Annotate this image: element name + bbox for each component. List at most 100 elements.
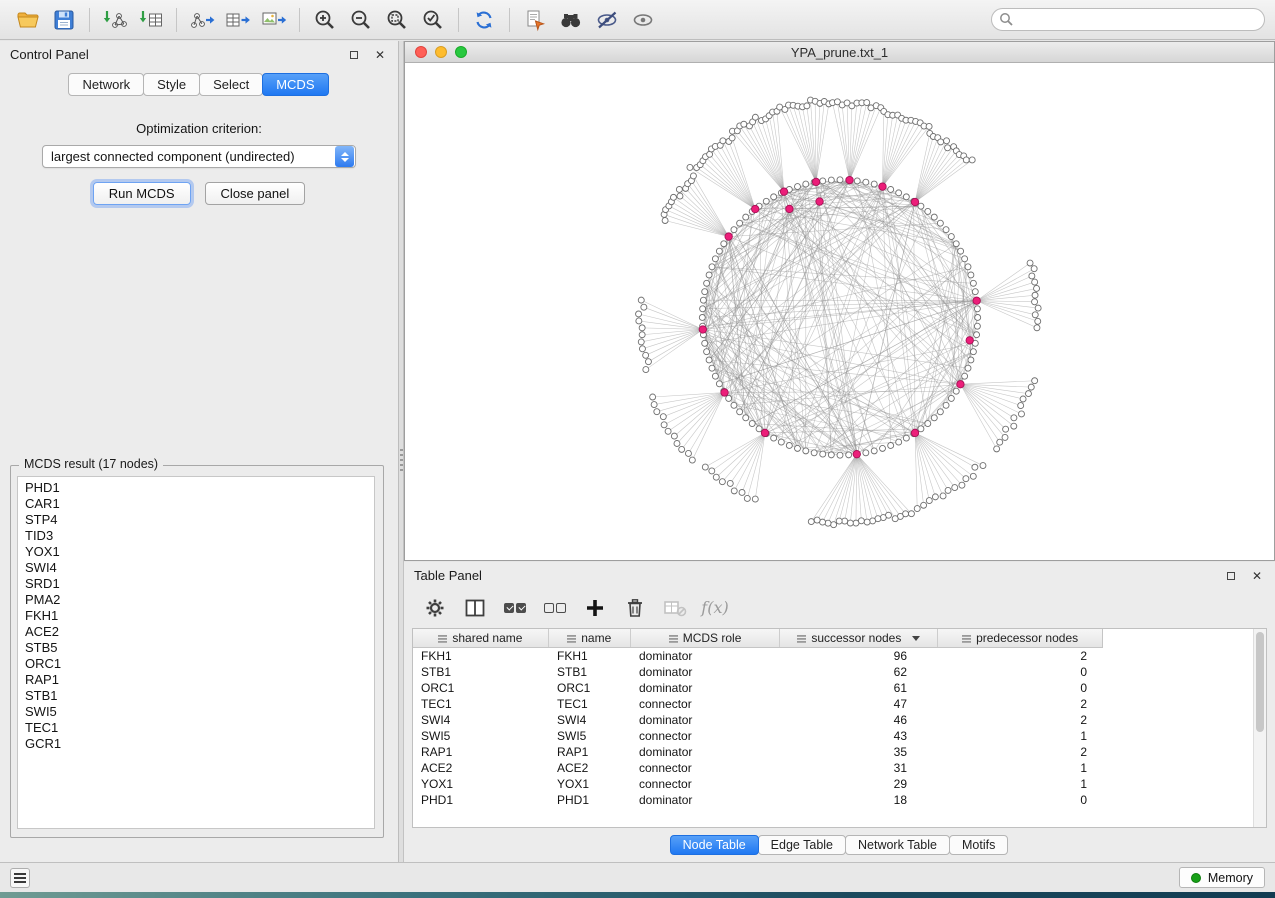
graph-node[interactable]	[820, 451, 826, 457]
graph-node[interactable]	[958, 248, 964, 254]
graph-leaf-node[interactable]	[665, 428, 671, 434]
save-session-button[interactable]	[46, 5, 82, 35]
graph-node[interactable]	[709, 365, 715, 371]
graph-node[interactable]	[743, 415, 749, 421]
graph-leaf-node[interactable]	[831, 522, 837, 528]
graph-leaf-node[interactable]	[679, 446, 685, 452]
graph-dominator-node[interactable]	[761, 429, 768, 436]
graph-node[interactable]	[968, 272, 974, 278]
graph-leaf-node[interactable]	[808, 519, 814, 525]
graph-leaf-node[interactable]	[719, 479, 725, 485]
graph-node[interactable]	[837, 452, 843, 458]
graph-node[interactable]	[903, 435, 909, 441]
graph-node[interactable]	[700, 306, 706, 312]
graph-node[interactable]	[749, 421, 755, 427]
graph-node[interactable]	[709, 264, 715, 270]
graph-node[interactable]	[743, 214, 749, 220]
graph-leaf-node[interactable]	[1029, 273, 1035, 279]
graph-node[interactable]	[943, 402, 949, 408]
graph-node[interactable]	[888, 442, 894, 448]
zoom-selected-button[interactable]	[415, 5, 451, 35]
graph-leaf-node[interactable]	[739, 489, 745, 495]
network-graph-svg[interactable]	[405, 64, 1274, 560]
mcds-result-item[interactable]: SWI4	[25, 560, 367, 576]
mcds-result-item[interactable]: STB1	[25, 688, 367, 704]
select-all-button[interactable]	[500, 595, 530, 621]
graph-node[interactable]	[937, 220, 943, 226]
graph-node[interactable]	[974, 332, 980, 338]
graph-leaf-node[interactable]	[853, 520, 859, 526]
graph-node[interactable]	[972, 289, 978, 295]
mcds-result-item[interactable]: GCR1	[25, 736, 367, 752]
graph-leaf-node[interactable]	[959, 482, 965, 488]
graph-node[interactable]	[699, 314, 705, 320]
graph-leaf-node[interactable]	[970, 473, 976, 479]
graph-node[interactable]	[880, 445, 886, 451]
close-panel-icon[interactable]: ✕	[372, 47, 388, 63]
graph-leaf-node[interactable]	[963, 476, 969, 482]
graph-leaf-node[interactable]	[752, 114, 758, 120]
run-mcds-button[interactable]: Run MCDS	[93, 182, 191, 205]
graph-leaf-node[interactable]	[1031, 266, 1037, 272]
graph-leaf-node[interactable]	[952, 485, 958, 491]
graph-node[interactable]	[975, 314, 981, 320]
graph-leaf-node[interactable]	[1034, 285, 1040, 291]
graph-leaf-node[interactable]	[969, 157, 975, 163]
graph-node[interactable]	[863, 450, 869, 456]
graph-dominator-node[interactable]	[911, 198, 918, 205]
graph-node[interactable]	[702, 289, 708, 295]
graph-dominator-node[interactable]	[853, 450, 860, 457]
graph-leaf-node[interactable]	[636, 318, 642, 324]
graph-leaf-node[interactable]	[645, 359, 651, 365]
graph-dominator-node[interactable]	[846, 176, 853, 183]
graph-leaf-node[interactable]	[938, 139, 944, 145]
graph-dominator-node[interactable]	[752, 205, 759, 212]
graph-leaf-node[interactable]	[1020, 396, 1026, 402]
network-window-titlebar[interactable]: YPA_prune.txt_1	[405, 42, 1274, 63]
graph-leaf-node[interactable]	[639, 332, 645, 338]
graph-node[interactable]	[925, 421, 931, 427]
graph-node[interactable]	[706, 272, 712, 278]
mcds-result-item[interactable]: ACE2	[25, 624, 367, 640]
graph-node[interactable]	[903, 194, 909, 200]
graph-node[interactable]	[771, 435, 777, 441]
window-zoom-button[interactable]	[455, 46, 467, 58]
graph-leaf-node[interactable]	[729, 135, 735, 141]
graph-dominator-node[interactable]	[911, 429, 918, 436]
tab-motifs[interactable]: Motifs	[949, 835, 1008, 855]
graph-node[interactable]	[953, 388, 959, 394]
graph-leaf-node[interactable]	[847, 520, 853, 526]
hide-selected-button[interactable]	[589, 5, 625, 35]
graph-leaf-node[interactable]	[1035, 305, 1041, 311]
zoom-out-button[interactable]	[343, 5, 379, 35]
graph-leaf-node[interactable]	[804, 103, 810, 109]
tab-mcds[interactable]: MCDS	[262, 73, 328, 96]
table-row[interactable]: SWI4SWI4dominator462	[413, 712, 1103, 728]
graph-node[interactable]	[948, 234, 954, 240]
add-row-button[interactable]	[580, 595, 610, 621]
mcds-result-list[interactable]: PHD1CAR1STP4TID3YOX1SWI4SRD1PMA2FKH1ACE2…	[17, 476, 375, 829]
import-table-button[interactable]	[133, 5, 169, 35]
graph-node[interactable]	[786, 442, 792, 448]
graph-node[interactable]	[700, 297, 706, 303]
graph-leaf-node[interactable]	[690, 173, 696, 179]
table-scrollbar[interactable]	[1253, 629, 1266, 827]
mcds-result-item[interactable]: TEC1	[25, 720, 367, 736]
graph-node[interactable]	[828, 177, 834, 183]
graph-leaf-node[interactable]	[997, 439, 1003, 445]
graph-node[interactable]	[937, 409, 943, 415]
graph-leaf-node[interactable]	[641, 304, 647, 310]
graph-leaf-node[interactable]	[731, 488, 737, 494]
mcds-result-item[interactable]: PHD1	[25, 480, 367, 496]
graph-leaf-node[interactable]	[1034, 325, 1040, 331]
graph-leaf-node[interactable]	[892, 516, 898, 522]
graph-node[interactable]	[712, 256, 718, 262]
graph-leaf-node[interactable]	[685, 450, 691, 456]
table-row[interactable]: ACE2ACE2connector311	[413, 760, 1103, 776]
graph-leaf-node[interactable]	[980, 463, 986, 469]
graph-node[interactable]	[863, 179, 869, 185]
window-close-button[interactable]	[415, 46, 427, 58]
graph-node[interactable]	[704, 349, 710, 355]
tab-node-table[interactable]: Node Table	[670, 835, 759, 855]
graph-node[interactable]	[970, 280, 976, 286]
